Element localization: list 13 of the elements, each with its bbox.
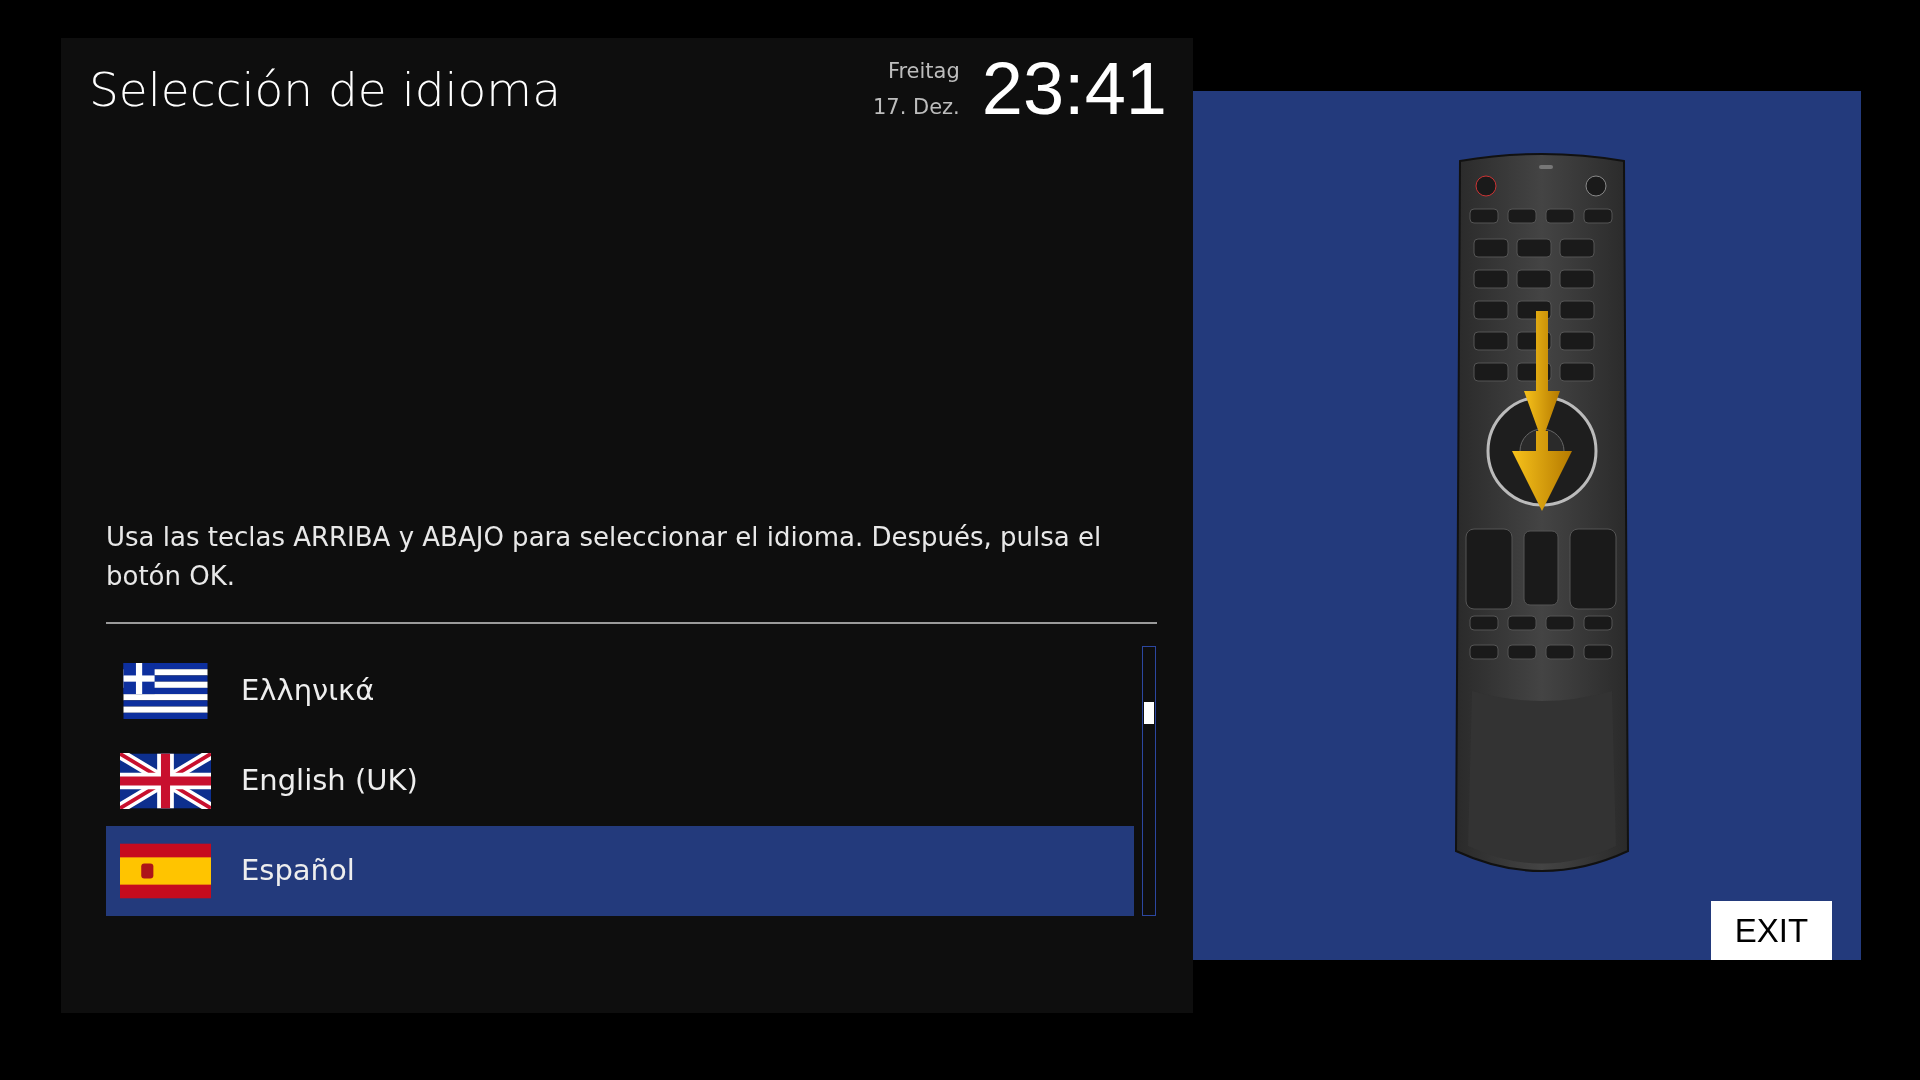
date-label: 17. Dez. (872, 94, 960, 121)
exit-button[interactable]: EXIT (1711, 901, 1832, 960)
weekday-label: Freitag (887, 58, 960, 85)
uk-flag-icon (120, 753, 211, 809)
spain-flag-icon (120, 843, 211, 899)
instruction-text: Usa las teclas ARRIBA y ABAJO para seleccionar el idioma. Después, pulsa el botón OK. (106, 521, 1103, 593)
language-item[interactable]: Español (106, 826, 1134, 916)
clock-time: 23:41 (981, 52, 1167, 126)
language-item[interactable]: English (UK) (106, 736, 1134, 826)
scrollbar-thumb[interactable] (1144, 702, 1154, 724)
page-title: Selección de idioma (89, 65, 561, 113)
scrollbar[interactable] (1142, 646, 1156, 916)
language-item[interactable]: Ελληνικά (106, 646, 1134, 736)
